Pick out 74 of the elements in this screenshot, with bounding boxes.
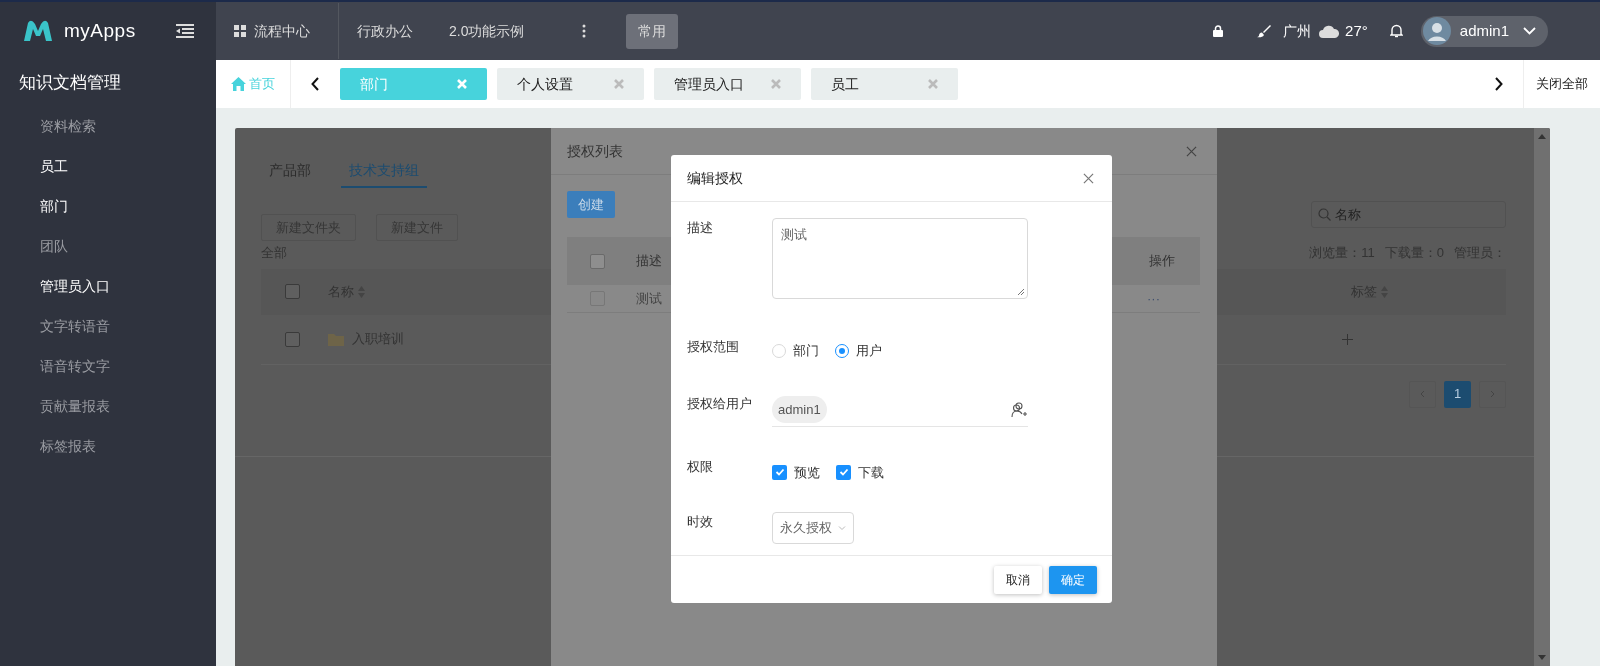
radio-option[interactable]: 部门 [772, 341, 819, 361]
user-picker-field[interactable]: admin1 [772, 393, 1028, 427]
sidebar-item[interactable]: 语音转文字 [0, 346, 216, 386]
scroll-down-icon[interactable] [1538, 655, 1546, 660]
scroll-up-icon[interactable] [1538, 134, 1546, 139]
radio-option[interactable]: 用户 [835, 341, 882, 361]
add-user-icon[interactable] [1011, 401, 1028, 418]
caret-icon [838, 525, 846, 531]
search-icon [1318, 208, 1331, 221]
temperature: 27° [1345, 20, 1368, 41]
field-label: 时效 [687, 513, 714, 531]
notification-icon[interactable] [1389, 24, 1403, 38]
checkbox[interactable] [772, 464, 787, 480]
lock-icon[interactable] [1213, 25, 1224, 37]
checkbox[interactable] [836, 464, 851, 480]
menu-collapse-icon[interactable] [176, 24, 194, 38]
page-tab[interactable]: 员工 [811, 68, 958, 100]
close-all-button[interactable]: 关闭全部 [1523, 60, 1600, 108]
nav-item[interactable]: 2.0功能示例 [431, 3, 543, 59]
avatar [1422, 17, 1451, 45]
field-label: 描述 [687, 219, 714, 237]
user-tag: admin1 [772, 395, 827, 424]
app-name: myApps [64, 18, 136, 43]
page-tab[interactable]: 管理员入口 [654, 68, 801, 100]
sidebar-title: 知识文档管理 [18, 72, 122, 94]
chevron-left-icon[interactable] [311, 77, 320, 91]
checkbox-option[interactable]: 预览 [772, 462, 820, 482]
checkbox-option[interactable]: 下载 [836, 462, 884, 482]
chevron-down-icon [1523, 27, 1536, 35]
cloud-icon [1319, 24, 1340, 38]
brush-icon[interactable] [1257, 24, 1272, 38]
table-cell-text: 测试 [636, 289, 662, 308]
nav-item[interactable]: 常用 [626, 13, 679, 49]
user-menu[interactable]: admin1 [1420, 15, 1548, 47]
nav-item[interactable]: 行政办公 [339, 3, 431, 59]
close-icon[interactable] [1083, 172, 1094, 184]
checkmark-icon [838, 467, 849, 478]
close-icon[interactable] [1186, 145, 1197, 157]
home-icon [231, 77, 246, 91]
checkmark-icon [774, 467, 785, 478]
city-label: 广州 [1283, 21, 1312, 41]
create-button[interactable]: 创建 [567, 191, 615, 218]
sidebar-item[interactable]: 贡献量报表 [0, 386, 216, 426]
sidebar-item[interactable]: 团队 [0, 226, 216, 266]
grid-icon [234, 25, 246, 37]
confirm-button[interactable]: 确定 [1049, 565, 1097, 594]
field-label: 权限 [687, 457, 714, 476]
dialog-title: 编辑授权 [687, 168, 743, 188]
sidebar-item[interactable]: 员工 [0, 146, 216, 186]
sidebar-item[interactable]: 资料检索 [0, 106, 216, 146]
checkbox[interactable] [285, 331, 300, 347]
chevron-right-icon[interactable] [1494, 77, 1503, 91]
nav-item[interactable]: 流程中心 [216, 3, 339, 59]
sidebar-item[interactable]: 管理员入口 [0, 266, 216, 306]
modal-title: 授权列表 [567, 141, 623, 161]
checkbox[interactable] [285, 284, 300, 299]
description-field[interactable]: 测试 [772, 218, 1028, 299]
column-header: 描述 [636, 252, 662, 271]
logo-icon [22, 19, 54, 43]
sidebar-item[interactable]: 标签报表 [0, 426, 216, 466]
page-tab[interactable]: 个人设置 [497, 68, 644, 100]
checkbox[interactable] [590, 253, 605, 269]
field-label: 授权范围 [687, 338, 740, 356]
page-number[interactable]: 1 [1444, 380, 1471, 408]
sidebar-item[interactable]: 文字转语音 [0, 306, 216, 346]
add-tag-icon[interactable] [1342, 333, 1353, 345]
more-icon[interactable] [582, 24, 587, 38]
column-header: 操作 [1149, 252, 1175, 271]
duration-select[interactable]: 永久授权 [772, 512, 854, 544]
field-label: 授权给用户 [687, 394, 753, 413]
sidebar-item[interactable]: 部门 [0, 186, 216, 226]
scrollbar[interactable] [1534, 128, 1550, 666]
resize-handle-icon[interactable] [1017, 288, 1025, 296]
cancel-button[interactable]: 取消 [994, 565, 1042, 594]
